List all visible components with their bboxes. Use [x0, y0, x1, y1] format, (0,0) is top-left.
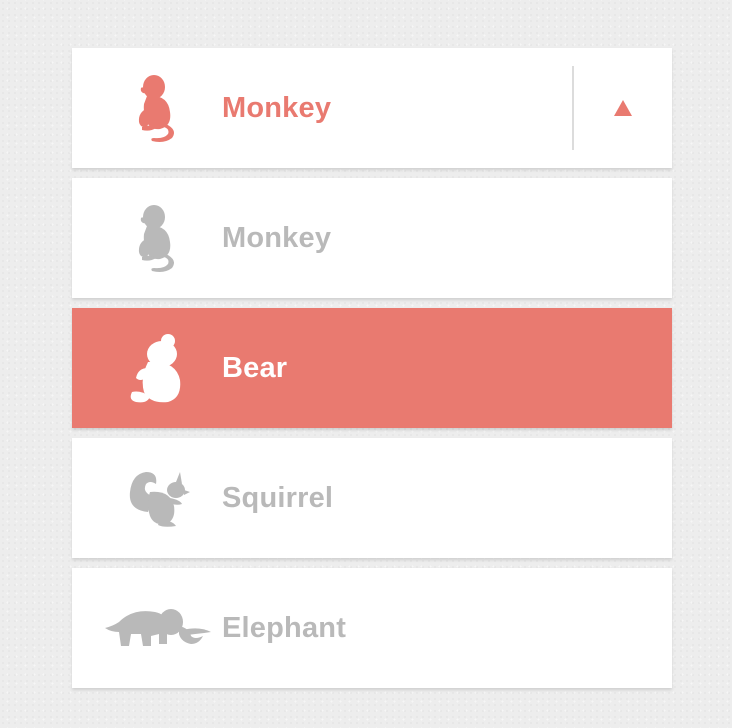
monkey-icon [96, 178, 216, 298]
option-bear[interactable]: Bear [72, 308, 672, 428]
selected-value: Monkey [222, 92, 332, 124]
option-label: Monkey [222, 222, 332, 254]
triangle-up-icon [614, 100, 632, 116]
animal-dropdown[interactable]: Monkey Monkey Bear Squirrel Elephant [72, 48, 672, 688]
option-elephant[interactable]: Elephant [72, 568, 672, 688]
option-label: Bear [222, 352, 288, 384]
bear-icon [96, 308, 216, 428]
option-label: Squirrel [222, 482, 334, 514]
squirrel-icon [96, 438, 216, 558]
dropdown-toggle[interactable] [574, 48, 672, 168]
option-squirrel[interactable]: Squirrel [72, 438, 672, 558]
option-label: Elephant [222, 612, 347, 644]
dropdown-header[interactable]: Monkey [72, 48, 672, 168]
elephant-icon [96, 568, 216, 688]
option-monkey[interactable]: Monkey [72, 178, 672, 298]
monkey-icon [96, 48, 216, 168]
